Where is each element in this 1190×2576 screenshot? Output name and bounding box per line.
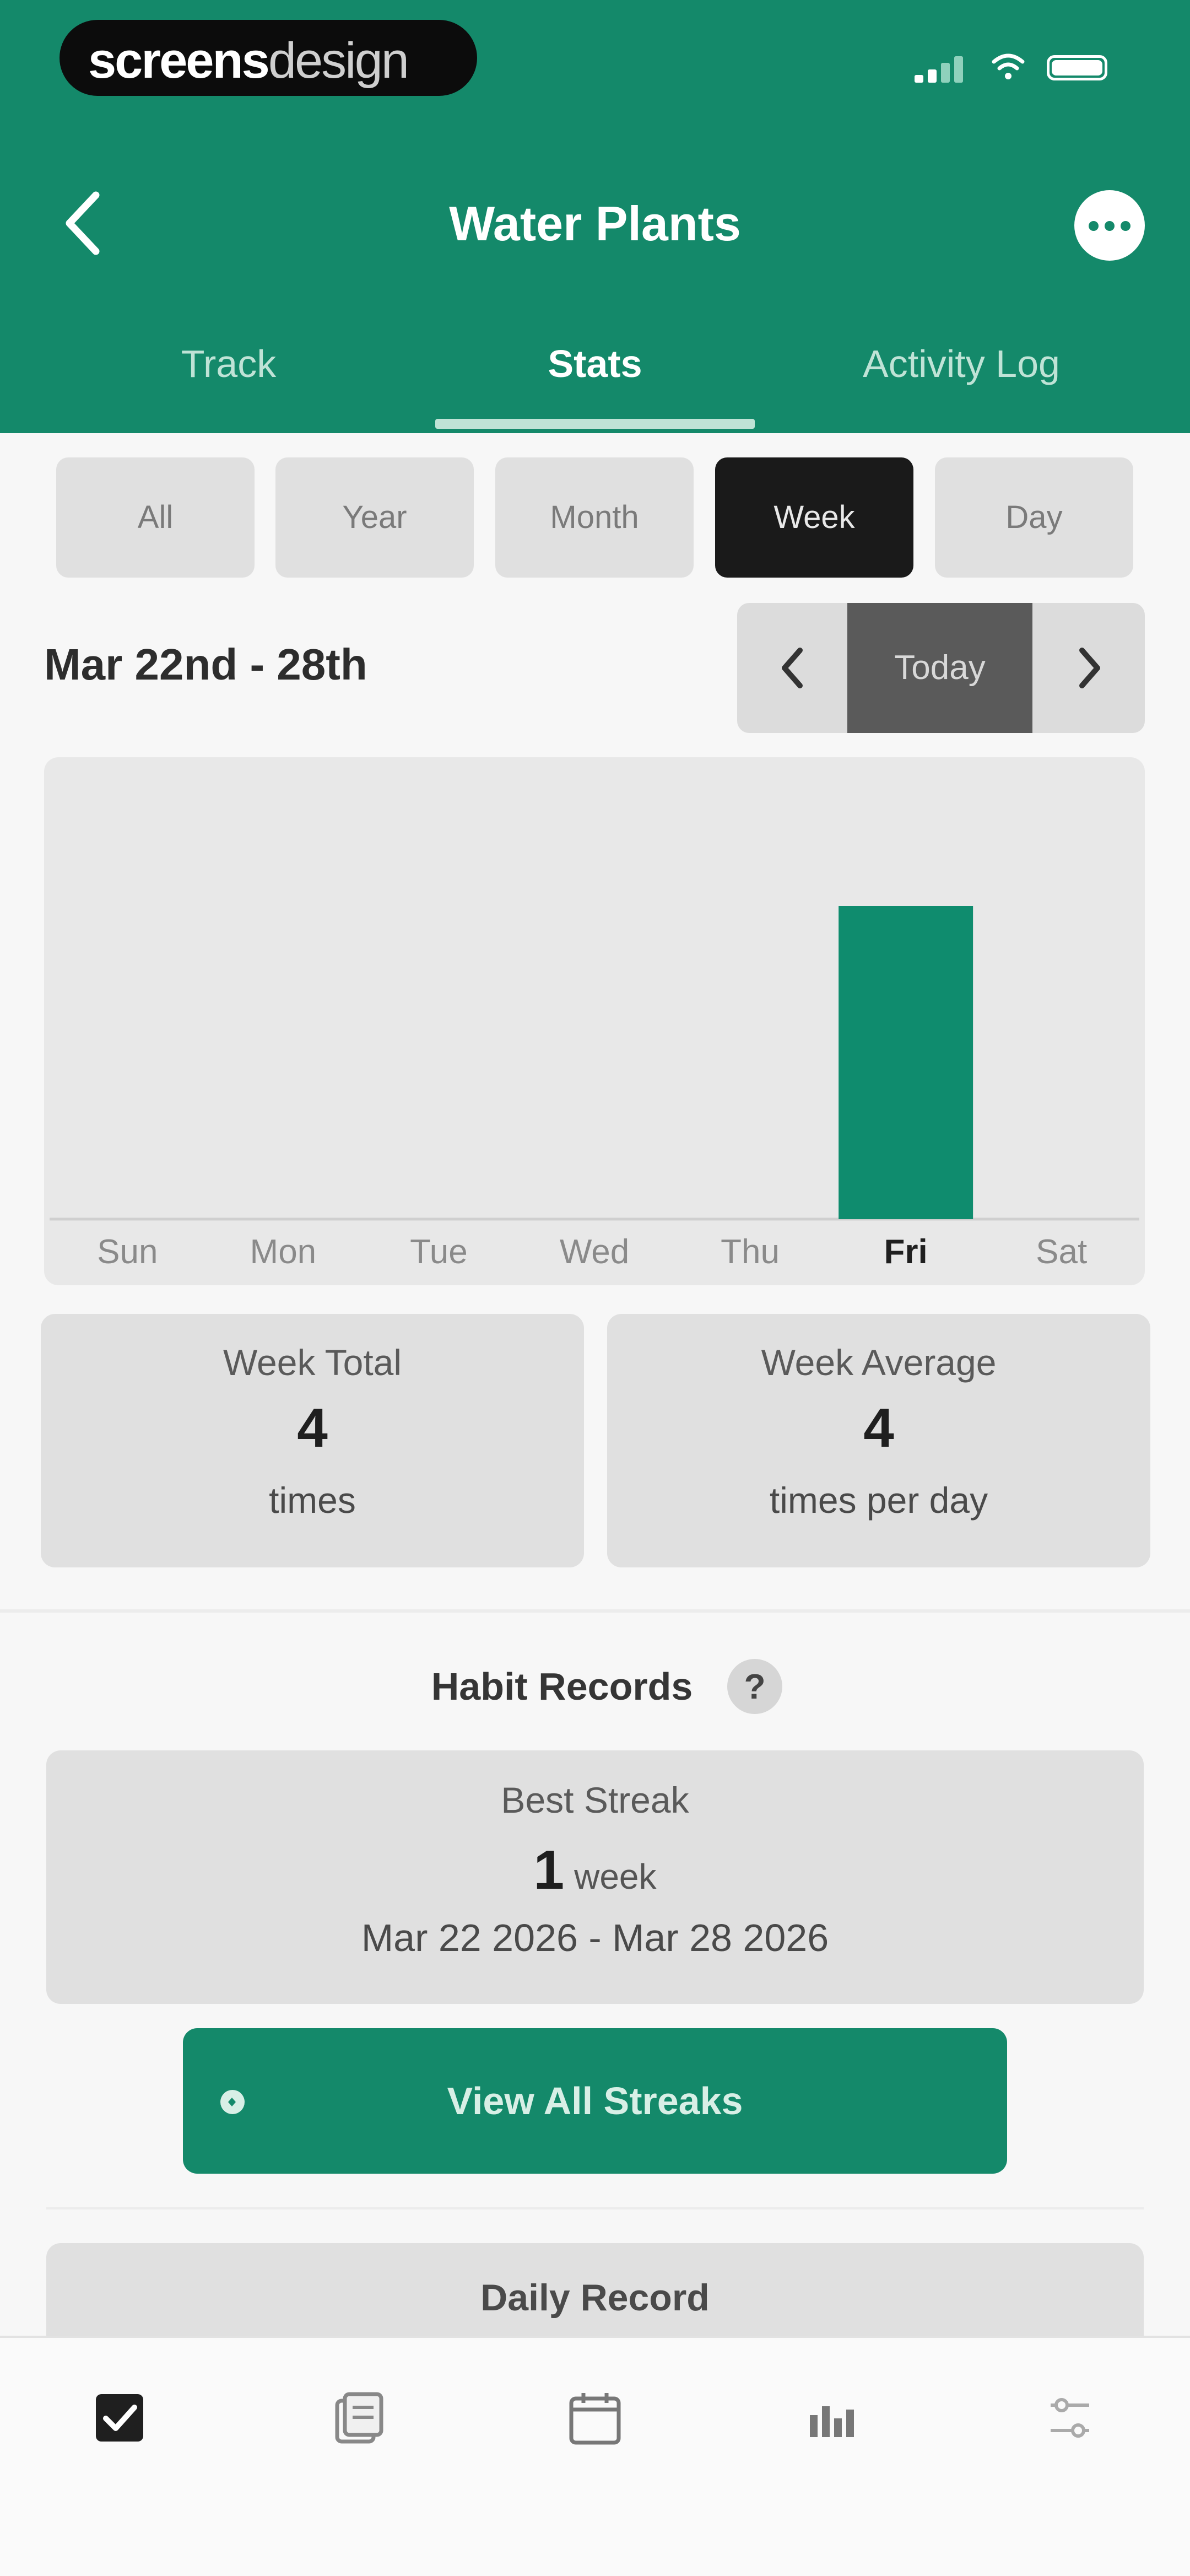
settings-icon[interactable] xyxy=(1040,2388,1100,2448)
brand-pill: screensdesign xyxy=(60,20,477,96)
tab-indicator xyxy=(435,419,755,429)
week-average-label: Week Average xyxy=(761,1342,997,1383)
checkbox-icon[interactable] xyxy=(89,2388,150,2448)
best-streak-card: Best Streak 1 week Mar 22 2026 - Mar 28 2… xyxy=(46,1750,1144,2004)
date-range-label: Mar 22nd - 28th xyxy=(44,640,367,689)
daily-record-label: Daily Record xyxy=(480,2277,710,2319)
chart-day-label-tue: Tue xyxy=(410,1233,468,1271)
chart-day-label-thu: Thu xyxy=(721,1233,780,1271)
weekly-chart: Sun Mon Tue Wed Thu Fri Sat xyxy=(44,757,1145,1285)
calendar-icon[interactable] xyxy=(565,2388,625,2448)
signal-icon xyxy=(941,63,950,83)
week-total-value: 4 xyxy=(297,1397,328,1459)
previous-week-icon[interactable] xyxy=(737,603,847,733)
page-title: Water Plants xyxy=(449,196,741,251)
chart-day-label-fri: Fri xyxy=(884,1233,928,1271)
bar-chart: Sun Mon Tue Wed Thu Fri Sat xyxy=(50,906,1139,1271)
week-average-unit: times per day xyxy=(769,1480,988,1521)
range-day-button[interactable]: Day xyxy=(935,457,1133,578)
battery-icon xyxy=(1047,55,1107,80)
habit-records-title: Habit Records xyxy=(431,1665,693,1708)
brand-logo: screensdesign xyxy=(88,33,409,89)
range-month-button[interactable]: Month xyxy=(495,457,694,578)
section-divider xyxy=(46,2207,1144,2209)
tab-activity-log[interactable]: Activity Log xyxy=(763,342,1160,386)
chart-bar-fri[interactable] xyxy=(839,906,973,1219)
week-average-value: 4 xyxy=(863,1397,894,1459)
chart-day-label-sat: Sat xyxy=(1036,1233,1087,1271)
status-icons xyxy=(915,50,1113,83)
today-button[interactable]: Today xyxy=(847,603,1032,733)
range-year-button[interactable]: Year xyxy=(275,457,474,578)
section-divider xyxy=(0,1609,1190,1613)
range-all-button[interactable]: All xyxy=(56,457,255,578)
signal-icon xyxy=(928,69,937,83)
best-streak-value: 1 week xyxy=(533,1839,657,1901)
app-header: screensdesign Water Plants Track Stats A… xyxy=(0,0,1190,433)
date-navigator: Today xyxy=(737,603,1145,733)
next-week-icon[interactable] xyxy=(1035,603,1145,733)
week-average-card: Week Average 4 times per day xyxy=(607,1314,1150,1567)
chart-day-label-mon: Mon xyxy=(250,1233,317,1271)
best-streak-label: Best Streak xyxy=(501,1780,689,1820)
week-total-card: Week Total 4 times xyxy=(41,1314,584,1567)
bottom-nav xyxy=(0,2336,1190,2576)
best-streak-dates: Mar 22 2026 - Mar 28 2026 xyxy=(361,1916,829,1959)
wifi-icon xyxy=(992,53,1025,79)
stats-icon[interactable] xyxy=(802,2388,863,2448)
range-week-button[interactable]: Week xyxy=(715,457,913,578)
week-total-label: Week Total xyxy=(223,1342,402,1383)
chart-day-label-sun: Sun xyxy=(97,1233,158,1271)
tab-bar: Track Stats Activity Log xyxy=(0,331,1190,430)
view-all-streaks-button[interactable]: View All Streaks xyxy=(183,2028,1007,2174)
chart-day-label-wed: Wed xyxy=(560,1233,629,1271)
tab-stats[interactable]: Stats xyxy=(397,342,793,386)
help-icon[interactable]: ? xyxy=(727,1659,782,1714)
view-all-streaks-label: View All Streaks xyxy=(447,2079,743,2122)
week-total-unit: times xyxy=(269,1480,356,1521)
journal-icon[interactable] xyxy=(327,2388,388,2448)
signal-icon xyxy=(954,56,963,83)
signal-icon xyxy=(915,75,923,83)
tab-track[interactable]: Track xyxy=(30,342,427,386)
more-options-icon[interactable] xyxy=(1074,190,1145,261)
